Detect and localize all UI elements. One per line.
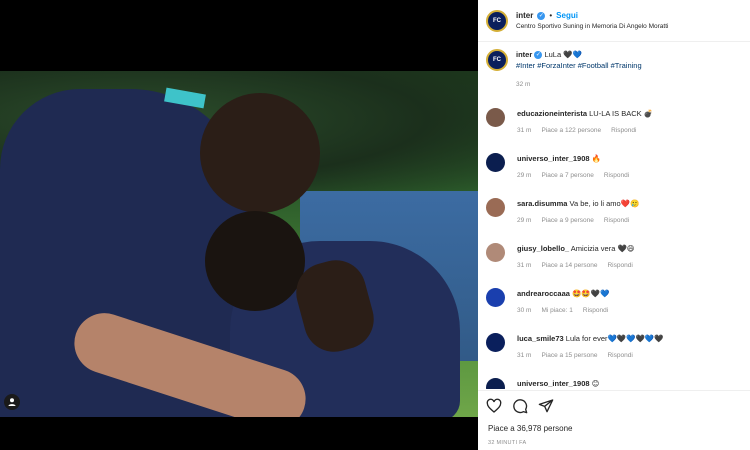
comment-time: 31 m	[517, 352, 532, 359]
comment-avatar[interactable]	[486, 198, 505, 217]
comment-time: 31 m	[517, 127, 532, 134]
actions-divider	[478, 390, 750, 391]
caption-username[interactable]: inter	[516, 50, 532, 59]
comment-username[interactable]: andrearoccaaa	[517, 289, 570, 298]
post-header: FC inter ✓ • Segui Centro Sportivo Sunin…	[478, 0, 750, 42]
likes-count[interactable]: Piace a 36,978 persone	[488, 424, 573, 433]
post-details-panel: FC inter ✓ • Segui Centro Sportivo Sunin…	[478, 0, 750, 450]
caption-hashtags[interactable]: #Inter #ForzaInter #Football #Training	[516, 60, 642, 71]
comment-avatar[interactable]	[486, 333, 505, 352]
post-caption: FC inter ✓ LuLa 🖤💙 #Inter #ForzaInter #F…	[478, 43, 750, 102]
comment-username[interactable]: universo_inter_1908	[517, 379, 590, 388]
user-tag-button[interactable]	[4, 394, 20, 410]
comment-item: giusy_lobello_ Amicizia vera 🖤😄 31 m Pia…	[478, 237, 750, 282]
comment-item: universo_inter_1908 😊	[478, 372, 750, 389]
header-username[interactable]: inter	[516, 11, 533, 20]
comment-text: 😊	[591, 379, 600, 388]
post-timestamp: 32 MINUTI FA	[488, 440, 527, 446]
comment-text: Va be, io li amo❤️🥲	[569, 199, 640, 208]
comment-text: 🔥	[591, 154, 601, 163]
comment-time: 29 m	[517, 172, 532, 179]
comment-item: universo_inter_1908 🔥 29 m Piace a 7 per…	[478, 147, 750, 192]
user-tag-icon	[8, 398, 16, 406]
comment-avatar[interactable]	[486, 108, 505, 127]
comment-username[interactable]: sara.disumma	[517, 199, 567, 208]
comment-avatar[interactable]	[486, 243, 505, 262]
comment-username[interactable]: giusy_lobello_	[517, 244, 569, 253]
comment-reply-button[interactable]: Rispondi	[583, 305, 608, 316]
comment-username[interactable]: educazioneinterista	[517, 109, 587, 118]
comment-avatar[interactable]	[486, 288, 505, 307]
comment-reply-button[interactable]: Rispondi	[604, 170, 629, 181]
comment-likes[interactable]: Piace a 15 persone	[541, 350, 597, 361]
comment-avatar[interactable]	[486, 153, 505, 172]
photo-player-right-head	[205, 211, 305, 311]
comments-list[interactable]: FC inter ✓ LuLa 🖤💙 #Inter #ForzaInter #F…	[478, 43, 750, 389]
comment-likes[interactable]: Piace a 122 persone	[541, 125, 601, 136]
account-avatar[interactable]: FC	[486, 9, 508, 32]
comment-item: andrearoccaaa 🤩🤩🖤💙 30 m Mi piace: 1 Risp…	[478, 282, 750, 327]
post-media-area	[0, 0, 478, 450]
comment-reply-button[interactable]: Rispondi	[607, 350, 632, 361]
comment-likes[interactable]: Piace a 9 persone	[541, 215, 593, 226]
follow-button[interactable]: Segui	[556, 11, 578, 20]
post-photo[interactable]	[0, 71, 478, 417]
comment-time: 31 m	[517, 262, 532, 269]
comment-text: Lula for ever💙🖤💙🖤💙🖤	[565, 334, 664, 343]
comment-reply-button[interactable]: Rispondi	[604, 215, 629, 226]
comment-likes[interactable]: Piace a 14 persone	[541, 260, 597, 271]
post-actions	[486, 398, 554, 414]
comment-reply-button[interactable]: Rispondi	[611, 125, 636, 136]
comment-text: LU-LA IS BACK 💣	[589, 109, 654, 118]
comment-text: 🤩🤩🖤💙	[572, 289, 610, 298]
post-location[interactable]: Centro Sportivo Suning in Memoria Di Ang…	[516, 23, 668, 30]
comment-likes[interactable]: Piace a 7 persone	[541, 170, 593, 181]
caption-time: 32 m	[516, 81, 531, 88]
header-separator: •	[549, 11, 553, 20]
comment-time: 30 m	[517, 307, 532, 314]
comment-item: sara.disumma Va be, io li amo❤️🥲 29 m Pi…	[478, 192, 750, 237]
comment-text: Amicizia vera 🖤😄	[570, 244, 635, 253]
comment-icon[interactable]	[512, 398, 528, 414]
comment-reply-button[interactable]: Rispondi	[607, 260, 632, 271]
comment-time: 29 m	[517, 217, 532, 224]
verified-badge-icon: ✓	[537, 11, 546, 20]
verified-badge-icon: ✓	[534, 51, 543, 60]
comment-item: luca_smile73 Lula for ever💙🖤💙🖤💙🖤 31 m Pi…	[478, 327, 750, 372]
instagram-post-view: FC inter ✓ • Segui Centro Sportivo Sunin…	[0, 0, 750, 450]
share-icon[interactable]	[538, 398, 554, 414]
caption-avatar[interactable]: FC	[486, 49, 508, 71]
comment-username[interactable]: universo_inter_1908	[517, 154, 590, 163]
comment-item: educazioneinterista LU-LA IS BACK 💣 31 m…	[478, 102, 750, 147]
photo-player-left-head	[200, 93, 320, 213]
heart-icon[interactable]	[486, 398, 502, 414]
comment-avatar[interactable]	[486, 378, 505, 389]
comment-likes[interactable]: Mi piace: 1	[541, 305, 572, 316]
caption-text: LuLa 🖤💙	[544, 50, 582, 59]
comment-username[interactable]: luca_smile73	[517, 334, 564, 343]
